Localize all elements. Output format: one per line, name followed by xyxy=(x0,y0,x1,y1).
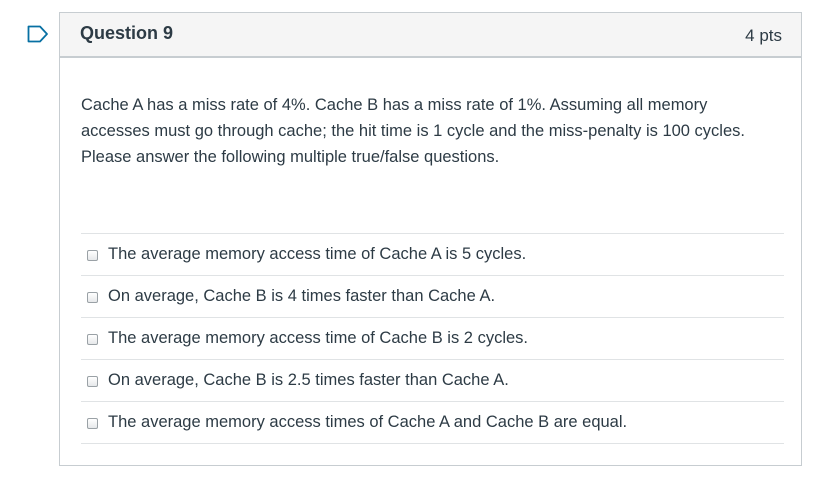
question-points: 4 pts xyxy=(745,26,782,45)
answer-option[interactable]: On average, Cache B is 2.5 times faster … xyxy=(81,360,784,402)
answer-checkbox[interactable] xyxy=(87,334,98,345)
answer-option[interactable]: On average, Cache B is 4 times faster th… xyxy=(81,276,784,318)
question-title: Question 9 xyxy=(80,23,174,43)
answer-label[interactable]: The average memory access time of Cache … xyxy=(108,245,526,264)
answer-label[interactable]: The average memory access times of Cache… xyxy=(108,413,627,432)
answer-checkbox[interactable] xyxy=(87,250,98,261)
answer-label[interactable]: On average, Cache B is 4 times faster th… xyxy=(108,287,495,306)
question-text: Cache A has a miss rate of 4%. Cache B h… xyxy=(81,96,745,166)
answer-option[interactable]: The average memory access time of Cache … xyxy=(81,234,784,276)
answer-label[interactable]: The average memory access time of Cache … xyxy=(108,329,528,348)
flag-question-icon[interactable] xyxy=(27,25,49,43)
answer-option[interactable]: The average memory access times of Cache… xyxy=(81,402,784,444)
answer-checkbox[interactable] xyxy=(87,418,98,429)
answer-option[interactable]: The average memory access time of Cache … xyxy=(81,318,784,360)
question-header: Question 9 4 pts xyxy=(60,13,801,58)
answer-checkbox[interactable] xyxy=(87,376,98,387)
answer-list: The average memory access time of Cache … xyxy=(81,233,784,444)
answer-label[interactable]: On average, Cache B is 2.5 times faster … xyxy=(108,371,509,390)
question-card: Question 9 4 pts Cache A has a miss rate… xyxy=(59,12,802,466)
answer-checkbox[interactable] xyxy=(87,292,98,303)
